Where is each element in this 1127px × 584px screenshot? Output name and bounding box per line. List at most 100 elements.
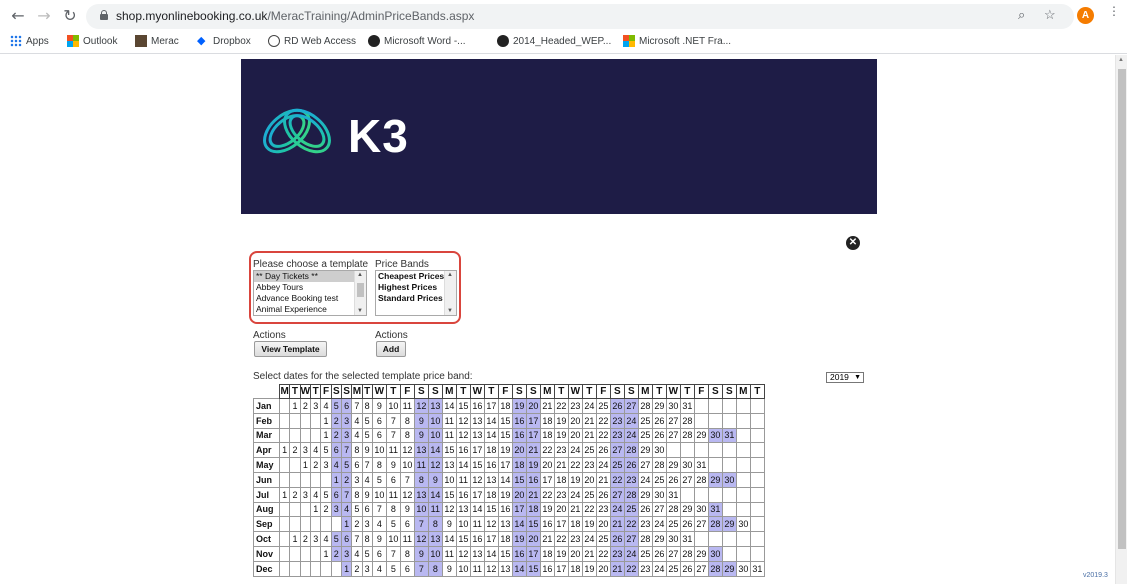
- day-cell[interactable]: 9: [385, 457, 401, 473]
- day-cell[interactable]: 22: [595, 545, 611, 562]
- template-option[interactable]: Animal Experience: [254, 304, 366, 315]
- day-cell[interactable]: 4: [310, 442, 322, 459]
- day-cell[interactable]: 22: [539, 486, 555, 503]
- day-cell[interactable]: 18: [483, 442, 499, 459]
- day-cell[interactable]: 9: [371, 531, 387, 547]
- day-cell[interactable]: 16: [539, 516, 555, 533]
- day-cell[interactable]: 23: [595, 501, 611, 518]
- day-cell[interactable]: 6: [371, 545, 387, 562]
- day-cell[interactable]: 21: [595, 471, 611, 488]
- day-cell[interactable]: 31: [707, 501, 723, 518]
- day-cell[interactable]: 7: [340, 442, 353, 459]
- day-cell[interactable]: 13: [497, 560, 513, 577]
- day-cell[interactable]: 19: [553, 427, 569, 444]
- day-cell[interactable]: 29: [651, 531, 667, 547]
- day-cell[interactable]: 26: [623, 457, 639, 473]
- day-cell[interactable]: 25: [581, 486, 597, 503]
- day-cell[interactable]: 9: [427, 471, 443, 488]
- day-cell[interactable]: 2: [330, 545, 342, 562]
- day-cell[interactable]: 1: [278, 486, 291, 503]
- day-cell[interactable]: 25: [651, 471, 667, 488]
- day-cell[interactable]: 25: [665, 516, 681, 533]
- day-cell[interactable]: 27: [665, 545, 681, 562]
- day-cell[interactable]: 17: [497, 457, 513, 473]
- day-cell[interactable]: 23: [609, 412, 625, 429]
- day-cell[interactable]: 22: [581, 501, 597, 518]
- day-cell[interactable]: 10: [427, 545, 443, 562]
- day-cell[interactable]: 22: [609, 471, 625, 488]
- day-cell[interactable]: 19: [525, 457, 541, 473]
- day-cell[interactable]: 15: [497, 545, 513, 562]
- day-cell[interactable]: 12: [455, 545, 471, 562]
- day-cell[interactable]: 1: [320, 427, 332, 444]
- day-cell[interactable]: 31: [693, 457, 709, 473]
- day-cell[interactable]: 17: [469, 442, 485, 459]
- day-cell[interactable]: 24: [651, 560, 667, 577]
- day-cell[interactable]: 26: [595, 442, 611, 459]
- day-cell[interactable]: 8: [427, 516, 443, 533]
- day-cell[interactable]: 5: [385, 516, 401, 533]
- day-cell[interactable]: 8: [361, 398, 373, 414]
- day-cell[interactable]: 21: [609, 560, 625, 577]
- day-cell[interactable]: 27: [665, 427, 681, 444]
- day-cell[interactable]: 11: [385, 442, 401, 459]
- day-cell[interactable]: 6: [399, 516, 415, 533]
- day-cell[interactable]: 19: [581, 516, 597, 533]
- day-cell[interactable]: 10: [441, 471, 457, 488]
- day-cell[interactable]: 27: [651, 501, 667, 518]
- day-cell[interactable]: 8: [361, 531, 373, 547]
- day-cell[interactable]: 2: [299, 531, 312, 547]
- day-cell[interactable]: 22: [595, 427, 611, 444]
- day-cell[interactable]: 8: [399, 427, 415, 444]
- day-cell[interactable]: 13: [427, 398, 443, 414]
- day-cell[interactable]: 25: [581, 442, 597, 459]
- day-cell[interactable]: 14: [427, 442, 443, 459]
- day-cell[interactable]: 4: [320, 531, 332, 547]
- day-cell[interactable]: 16: [455, 486, 471, 503]
- day-cell[interactable]: 17: [469, 486, 485, 503]
- day-cell[interactable]: 3: [361, 560, 373, 577]
- day-cell[interactable]: 20: [525, 398, 541, 414]
- day-cell[interactable]: 18: [511, 457, 527, 473]
- day-cell[interactable]: 22: [595, 412, 611, 429]
- day-cell[interactable]: 21: [539, 398, 555, 414]
- view-template-button[interactable]: View Template: [254, 341, 327, 357]
- day-cell[interactable]: 29: [693, 427, 709, 444]
- day-cell[interactable]: 29: [707, 471, 723, 488]
- day-cell[interactable]: 30: [707, 545, 723, 562]
- day-cell[interactable]: 23: [553, 486, 569, 503]
- day-cell[interactable]: 1: [320, 545, 332, 562]
- day-cell[interactable]: 12: [399, 486, 415, 503]
- day-cell[interactable]: 25: [595, 531, 611, 547]
- day-cell[interactable]: 25: [665, 560, 681, 577]
- day-cell[interactable]: 31: [749, 560, 765, 577]
- day-cell[interactable]: 15: [497, 427, 513, 444]
- day-cell[interactable]: 2: [330, 427, 342, 444]
- day-cell[interactable]: 21: [609, 516, 625, 533]
- day-cell[interactable]: 30: [665, 531, 681, 547]
- scroll-up-icon[interactable]: ▲: [357, 272, 363, 278]
- day-cell[interactable]: 4: [330, 457, 342, 473]
- day-cell[interactable]: 20: [595, 516, 611, 533]
- page-scroll-thumb[interactable]: [1118, 69, 1126, 549]
- day-cell[interactable]: 22: [539, 442, 555, 459]
- day-cell[interactable]: 19: [497, 486, 513, 503]
- day-cell[interactable]: 3: [310, 531, 322, 547]
- day-cell[interactable]: 17: [525, 412, 541, 429]
- day-cell[interactable]: 3: [340, 427, 353, 444]
- day-cell[interactable]: 31: [679, 398, 695, 414]
- day-cell[interactable]: 17: [553, 560, 569, 577]
- day-cell[interactable]: 7: [385, 427, 401, 444]
- day-cell[interactable]: 13: [413, 442, 429, 459]
- day-cell[interactable]: 12: [483, 560, 499, 577]
- year-select[interactable]: 2019 ▼: [826, 372, 864, 383]
- day-cell[interactable]: 10: [385, 398, 401, 414]
- day-cell[interactable]: 21: [567, 501, 583, 518]
- day-cell[interactable]: 20: [567, 545, 583, 562]
- day-cell[interactable]: 8: [427, 560, 443, 577]
- menu-icon[interactable]: ⋮: [1108, 5, 1120, 17]
- day-cell[interactable]: 19: [581, 560, 597, 577]
- day-cell[interactable]: 2: [351, 516, 363, 533]
- day-cell[interactable]: 20: [581, 471, 597, 488]
- day-cell[interactable]: 29: [721, 560, 737, 577]
